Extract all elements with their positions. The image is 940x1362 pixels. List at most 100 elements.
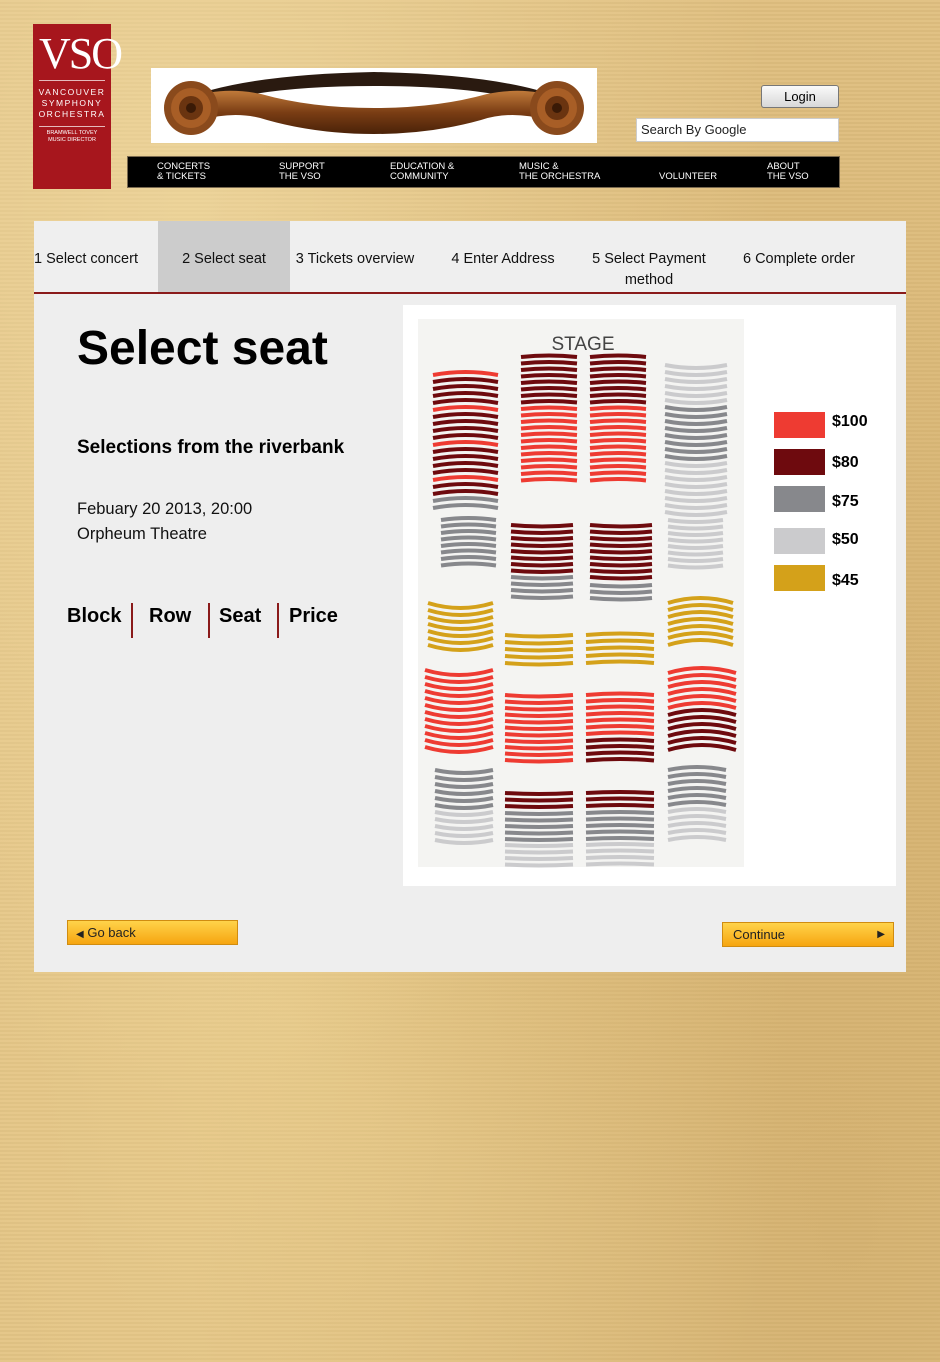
seat-row[interactable] [589,549,653,555]
seat-row[interactable] [520,477,578,483]
seat-row[interactable] [585,796,655,802]
seat-row[interactable] [440,535,497,542]
seat-row[interactable] [510,581,574,587]
seat-row[interactable] [504,640,574,646]
seat-row[interactable] [589,555,653,561]
seat-row[interactable] [440,522,497,529]
seat-row[interactable] [589,536,653,542]
seat-row[interactable] [440,561,497,568]
seat-row[interactable] [520,425,578,431]
step-payment-method[interactable]: 5 Select Payment method [586,221,712,292]
seat-row[interactable] [589,431,647,437]
seat-row[interactable] [520,392,578,398]
seat-row[interactable] [504,738,574,744]
search-input[interactable]: Search By Google [636,118,839,142]
seat-row[interactable] [585,737,655,743]
seat-row[interactable] [504,699,574,705]
seat-row[interactable] [520,470,578,476]
nav-education[interactable]: EDUCATION & COMMUNITY [390,162,454,182]
seat-row[interactable] [510,562,574,568]
seat-row[interactable] [504,745,574,751]
seat-row[interactable] [585,698,655,704]
seat-row[interactable] [585,829,655,835]
seat-row[interactable] [520,431,578,437]
seat-row[interactable] [440,548,497,555]
seat-row[interactable] [585,861,655,867]
seat-row[interactable] [510,523,574,529]
step-tickets-overview[interactable]: 3 Tickets overview [290,221,420,292]
seat-row[interactable] [585,704,655,710]
seat-row[interactable] [504,843,574,848]
nav-music-orchestra[interactable]: MUSIC & THE ORCHESTRA [519,162,600,182]
seat-row[interactable] [589,379,647,385]
seat-row[interactable] [504,719,574,725]
seat-row[interactable] [520,379,578,385]
seat-row[interactable] [589,353,647,359]
seat-row[interactable] [520,353,578,359]
seat-row[interactable] [520,418,578,424]
seat-row[interactable] [510,549,574,555]
seat-row[interactable] [585,836,655,841]
nav-volunteer[interactable]: VOLUNTEER [659,162,717,182]
seat-row[interactable] [510,529,574,535]
nav-support[interactable]: SUPPORT THE VSO [279,162,325,182]
seat-row[interactable] [589,562,653,568]
seat-row[interactable] [585,631,655,637]
seat-row[interactable] [510,536,574,542]
seat-row[interactable] [520,438,578,444]
seat-row[interactable] [504,797,574,803]
seat-row[interactable] [589,412,647,418]
seat-row[interactable] [667,557,724,563]
seat-row[interactable] [520,366,578,372]
seat-row[interactable] [510,594,574,600]
seat-row[interactable] [440,542,497,548]
seat-row[interactable] [667,518,724,524]
seat-row[interactable] [504,804,574,809]
seat-row[interactable] [589,399,647,405]
seat-row[interactable] [585,790,655,795]
seat-row[interactable] [585,810,655,815]
seat-row[interactable] [504,856,574,861]
seat-row[interactable] [589,425,647,431]
seat-row[interactable] [585,757,655,763]
seat-row[interactable] [589,392,647,398]
step-select-seat[interactable]: 2 Select seat [158,221,290,292]
seat-row[interactable] [585,652,655,658]
seat-row[interactable] [585,842,655,847]
seat-row[interactable] [589,477,647,483]
seat-row[interactable] [585,750,655,756]
seat-row[interactable] [667,563,724,570]
seat-row[interactable] [504,811,574,816]
seat-row[interactable] [504,849,574,855]
seat-row[interactable] [667,531,724,537]
go-back-button[interactable]: ◀ Go back [67,920,238,945]
seat-row[interactable] [504,732,574,738]
seat-row[interactable] [589,405,647,411]
seat-row[interactable] [504,751,574,757]
seat-row[interactable] [589,457,647,463]
seat-row[interactable] [504,693,574,699]
seat-row[interactable] [585,823,655,828]
seat-row[interactable] [589,596,653,602]
seat-row[interactable] [520,399,578,405]
step-complete-order[interactable]: 6 Complete order [734,221,864,292]
seat-row[interactable] [589,542,653,548]
seat-row[interactable] [585,803,655,808]
seat-row[interactable] [589,464,647,470]
seat-row[interactable] [589,523,653,529]
seat-row[interactable] [585,638,655,644]
seat-row[interactable] [667,524,724,531]
seat-row[interactable] [585,816,655,822]
seat-row[interactable] [510,575,574,581]
seat-row[interactable] [585,711,655,717]
seat-row[interactable] [504,862,574,868]
seat-row[interactable] [504,654,574,660]
seat-row[interactable] [585,855,655,860]
seat-row[interactable] [504,837,574,842]
vso-logo[interactable]: VSO VANCOUVER SYMPHONY ORCHESTRA BRAMWEL… [33,24,123,189]
seat-row[interactable] [510,542,574,548]
seat-row[interactable] [520,405,578,411]
seat-row[interactable] [667,544,724,550]
seat-row[interactable] [585,744,655,750]
seat-row[interactable] [589,366,647,372]
